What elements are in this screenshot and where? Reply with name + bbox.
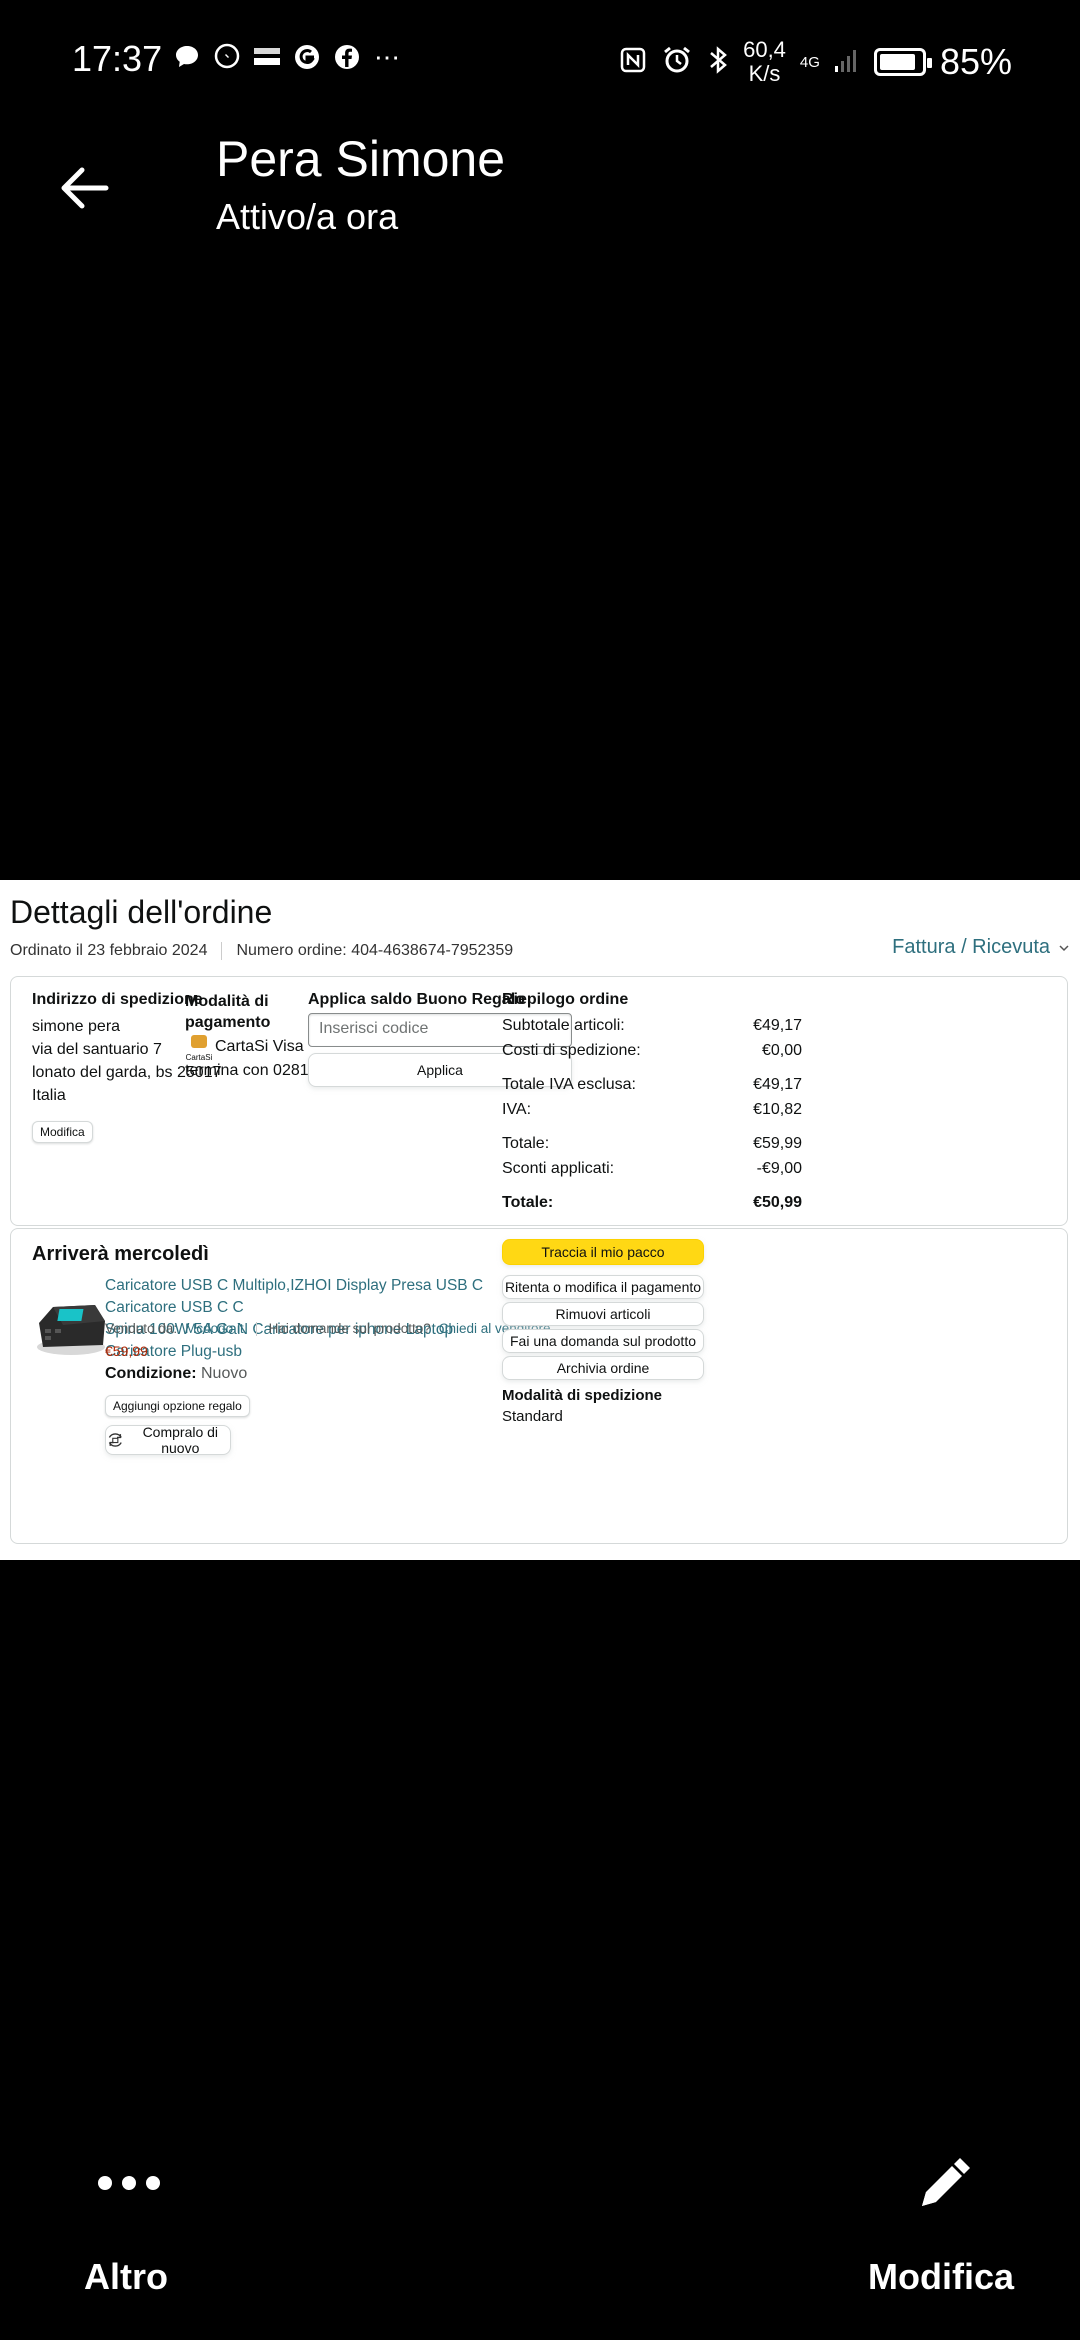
battery-percent: 85% [939, 41, 1012, 82]
order-info-box: Indirizzo di spedizione simone pera via … [10, 976, 1068, 1226]
back-arrow-icon[interactable] [56, 160, 112, 216]
condition-row: Condizione: Nuovo [105, 1365, 247, 1383]
payment-label-line: pagamento [185, 1014, 271, 1031]
summary-label: Riepilogo ordine [502, 991, 629, 1008]
divider [255, 1321, 257, 1336]
status-time: 17:37 [72, 38, 163, 79]
summary-row-value: €0,00 [761, 1042, 802, 1059]
more-notifications-icon: ⋯ [374, 41, 400, 72]
summary-row-label: Sconti applicati: [502, 1160, 615, 1177]
ask-question-button[interactable]: Fai una domanda sul prodotto [502, 1329, 704, 1353]
remove-items-button[interactable]: Rimuovi articoli [502, 1302, 704, 1326]
summary-row-label: Totale: [502, 1135, 550, 1152]
order-date: Ordinato il 23 febbraio 2024 [10, 942, 208, 959]
summary-row-value: -€9,00 [756, 1160, 802, 1177]
product-image[interactable] [33, 1289, 109, 1365]
summary-row-label: IVA: [502, 1101, 532, 1118]
summary-row-label: Totale IVA esclusa: [502, 1076, 636, 1093]
invoice-link-label: Fattura / Ricevuta [892, 936, 1050, 958]
summary-row: Subtotale articoli: €49,17 [502, 1013, 802, 1038]
temu-icon [252, 42, 282, 72]
divider [221, 942, 223, 960]
chat-bubble-icon [172, 42, 202, 72]
facebook-icon [332, 42, 362, 72]
address-line: Italia [32, 1087, 66, 1104]
shipping-label: Indirizzo di spedizione [32, 991, 203, 1008]
payment-label: Modalità di pagamento [185, 991, 270, 1033]
shipping-mode-value: Standard [502, 1408, 563, 1425]
summary-row-value: €50,99 [753, 1194, 802, 1211]
track-package-button[interactable]: Traccia il mio pacco [502, 1239, 704, 1265]
summary-row-value: €49,17 [753, 1076, 802, 1093]
app-g-icon [292, 42, 322, 72]
network-speed: 60,4 K/s [743, 37, 786, 86]
sold-by-label: Venduto da: [105, 1321, 178, 1336]
card-name: CartaSi Visa [215, 1038, 304, 1055]
summary-row-value: €10,82 [753, 1101, 802, 1118]
summary-total-row: Totale: €50,99 [502, 1190, 802, 1215]
summary-row: Costi di spedizione: €0,00 [502, 1038, 802, 1063]
pencil-icon[interactable] [910, 2154, 974, 2218]
more-button-label[interactable]: Altro [84, 2256, 168, 2298]
card-ending: termina con 0281 [185, 1062, 309, 1079]
question-text: Hai domande sul prodotto? [268, 1321, 431, 1336]
condition-label: Condizione: [105, 1365, 197, 1382]
rebuy-icon [108, 1433, 122, 1447]
edit-address-button[interactable]: Modifica [32, 1121, 93, 1143]
nfc-icon [619, 46, 647, 79]
chevron-down-icon [1059, 944, 1069, 951]
condition-value: Nuovo [201, 1365, 248, 1382]
summary-row: Totale IVA esclusa: €49,17 [502, 1072, 802, 1097]
network-type: 4G [799, 53, 820, 71]
buy-again-button[interactable]: Compralo di nuovo [105, 1424, 231, 1456]
order-meta: Ordinato il 23 febbraio 2024 Numero ordi… [10, 942, 513, 960]
invoice-link[interactable]: Fattura / Ricevuta [892, 936, 1070, 959]
delivery-box: Arriverà mercoledì Caricatore USB C Mult… [10, 1228, 1068, 1544]
edit-button-label[interactable]: Modifica [868, 2256, 1014, 2298]
buy-again-label: Compralo di nuovo [142, 1424, 219, 1456]
product-title-link[interactable]: Caricatore USB C Multiplo,IZHOI Display … [105, 1275, 485, 1363]
contact-status: Attivo/a ora [216, 196, 399, 237]
more-dots-icon[interactable] [98, 2176, 160, 2190]
seller-link[interactable]: Mcdodo it [185, 1321, 244, 1336]
seller-row: Venduto da: Mcdodo it Hai domande sul pr… [105, 1321, 551, 1336]
summary-row-label: Costi di spedizione: [502, 1042, 641, 1059]
product-title-line: Caricatore USB C Multiplo,IZHOI Display … [105, 1277, 484, 1316]
payment-label-line: Modalità di [185, 993, 269, 1010]
alarm-icon [661, 44, 693, 81]
summary-row-label: Subtotale articoli: [502, 1017, 625, 1034]
summary-row-label: Totale: [502, 1194, 554, 1211]
order-screenshot: Dettagli dell'ordine Ordinato il 23 febb… [0, 880, 1080, 1560]
add-gift-option-button[interactable]: Aggiungi opzione regalo [105, 1395, 250, 1417]
summary-row: IVA: €10,82 [502, 1097, 802, 1122]
product-price: €59,99 [105, 1343, 148, 1359]
battery-icon [873, 48, 932, 76]
retry-payment-button[interactable]: Ritenta o modifica il pagamento [502, 1275, 704, 1299]
summary-row: Sconti applicati: -€9,00 [502, 1156, 802, 1181]
summary-row-value: €49,17 [753, 1017, 802, 1034]
order-title: Dettagli dell'ordine [10, 894, 273, 930]
summary-row: Totale: €59,99 [502, 1131, 802, 1156]
bluetooth-icon [707, 44, 729, 81]
gift-card-label: Applica saldo Buono Regalo [308, 991, 525, 1008]
summary-table: Subtotale articoli: €49,17 Costi di spedi… [502, 1013, 802, 1215]
shipping-mode-label: Modalità di spedizione [502, 1387, 663, 1404]
notification-icons: ⋯ [172, 42, 402, 72]
messenger-icon [212, 42, 242, 72]
signal-icon [834, 46, 860, 79]
delivery-heading: Arriverà mercoledì [32, 1243, 209, 1265]
archive-order-button[interactable]: Archivia ordine [502, 1356, 704, 1380]
order-number: Numero ordine: 404-4638674-7952359 [236, 942, 514, 959]
contact-name: Pera Simone [216, 131, 506, 187]
status-right: 60,4 K/s 4G 85% [619, 38, 1012, 86]
summary-row-value: €59,99 [753, 1135, 802, 1152]
